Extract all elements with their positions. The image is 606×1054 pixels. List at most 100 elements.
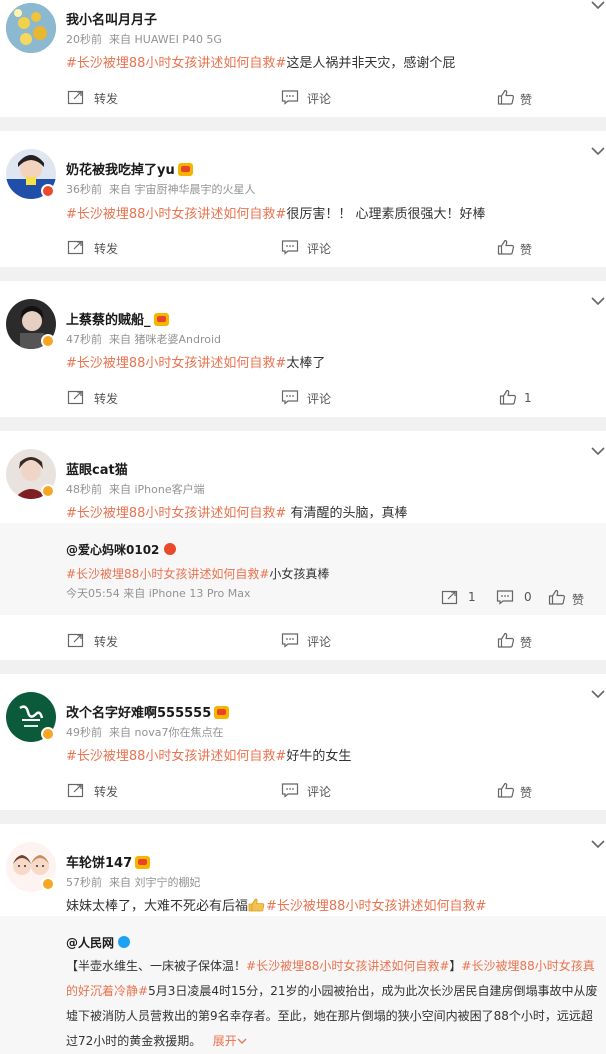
quoted-reply[interactable]: @爱心妈咪0102 #长沙被埋88小时女孩讲述如何自救#小女孩真棒 今天05:5… xyxy=(0,523,606,615)
like-icon[interactable] xyxy=(497,632,515,648)
vip-badge-icon xyxy=(214,706,230,719)
repost-icon[interactable] xyxy=(67,239,85,255)
timestamp: 49秒前 xyxy=(66,726,102,739)
user-name[interactable]: 蓝眼cat猫 xyxy=(66,459,128,478)
repost-icon[interactable] xyxy=(67,89,85,105)
comment-icon[interactable] xyxy=(281,239,299,255)
repost-button[interactable]: 转发 xyxy=(94,633,118,650)
divider xyxy=(0,810,606,824)
hashtag-link[interactable]: #长沙被埋88小时女孩讲述如何自救# xyxy=(66,207,286,222)
divider xyxy=(0,117,606,131)
verified-badge-icon xyxy=(118,936,131,948)
like-button[interactable]: 赞 xyxy=(520,634,532,651)
verified-badge-icon xyxy=(163,543,176,555)
like-icon[interactable] xyxy=(497,239,515,255)
comment-button[interactable]: 评论 xyxy=(307,390,331,407)
hashtag-link[interactable]: 的好沉着冷静# xyxy=(66,984,148,998)
quoted-reply[interactable]: @人民网 【半壶水维生、一床被子保体温！#长沙被埋88小时女孩讲述如何自救#】#… xyxy=(0,916,606,1054)
hashtag-link[interactable]: #长沙被埋88小时女孩讲述如何自救# xyxy=(66,567,269,581)
comment-button[interactable]: 评论 xyxy=(307,783,331,800)
repost-icon[interactable] xyxy=(67,389,85,405)
hashtag-link[interactable]: #长沙被埋88小时女孩讲述如何自救# xyxy=(66,356,286,371)
quoted-line: 【半壶水维生、一床被子保体温！#长沙被埋88小时女孩讲述如何自救#】#长沙被埋8… xyxy=(66,954,596,979)
like-icon[interactable] xyxy=(548,589,566,605)
avatar[interactable] xyxy=(6,3,56,53)
user-name[interactable]: 车轮饼147 xyxy=(66,852,151,871)
comment-card: 我小名叫月月子 20秒前 来自 HUAWEI P40 5G #长沙被埋88小时女… xyxy=(0,0,606,117)
comment-body: 这是人祸并非天灾，感谢个屁 xyxy=(286,56,456,71)
divider xyxy=(0,267,606,281)
like-button[interactable]: 赞 xyxy=(520,91,532,108)
hashtag-link[interactable]: #长沙被埋88小时女孩讲述如何自救# xyxy=(66,56,286,71)
repost-button[interactable]: 转发 xyxy=(94,90,118,107)
user-name-text: 上蔡蔡的贼船_ xyxy=(66,313,151,328)
comment-button[interactable]: 评论 xyxy=(307,90,331,107)
expand-link[interactable]: 展开 xyxy=(213,1034,237,1048)
repost-icon[interactable] xyxy=(441,589,459,605)
comment-text: #长沙被埋88小时女孩讲述如何自救#好牛的女生 xyxy=(66,745,351,764)
quoted-meta: 今天05:54 来自 iPhone 13 Pro Max xyxy=(66,587,251,600)
hashtag-link[interactable]: #长沙被埋88小时女孩讲述如何自救# xyxy=(66,749,286,764)
user-name[interactable]: 奶花被我吃掉了yu xyxy=(66,159,193,178)
chevron-down-icon[interactable] xyxy=(590,446,606,458)
chevron-down-icon[interactable] xyxy=(590,296,606,308)
comment-button[interactable]: 评论 xyxy=(307,240,331,257)
quoted-body: 过72小时的黄金救援期。 xyxy=(66,1034,202,1048)
comment-meta: 49秒前 来自 nova7你在焦点在 xyxy=(66,724,223,740)
repost-icon[interactable] xyxy=(67,782,85,798)
repost-button[interactable]: 转发 xyxy=(94,240,118,257)
repost-button[interactable]: 转发 xyxy=(94,390,118,407)
comment-icon[interactable] xyxy=(281,89,299,105)
like-icon[interactable] xyxy=(497,89,515,105)
hashtag-link[interactable]: #长沙被埋88小时女孩讲述如何自救# xyxy=(246,959,449,973)
chevron-down-icon[interactable] xyxy=(590,0,606,12)
like-button[interactable]: 赞 xyxy=(520,784,532,801)
comment-meta: 57秒前 来自 刘宇宁的棚妃 xyxy=(66,874,201,890)
divider xyxy=(0,417,606,431)
comment-card: 上蔡蔡的贼船_ 47秒前 来自 猪咪老婆Android #长沙被埋88小时女孩讲… xyxy=(0,281,606,417)
hashtag-link[interactable]: #长沙被埋88小时女孩讲述如何自救# xyxy=(266,899,486,914)
repost-icon[interactable] xyxy=(67,632,85,648)
chevron-down-icon[interactable] xyxy=(590,689,606,701)
comment-meta: 36秒前 来自 宇宙厨神华晨宇的火星人 xyxy=(66,181,256,197)
comment-text: #长沙被埋88小时女孩讲述如何自救# 有清醒的头脑，真棒 xyxy=(66,502,407,521)
chevron-down-icon[interactable] xyxy=(590,146,606,158)
comment-card: 蓝眼cat猫 48秒前 来自 iPhone客户端 #长沙被埋88小时女孩讲述如何… xyxy=(0,431,606,660)
source: 来自 iPhone客户端 xyxy=(109,483,205,496)
like-button[interactable]: 赞 xyxy=(572,591,584,608)
user-name[interactable]: 上蔡蔡的贼船_ xyxy=(66,309,169,328)
comment-icon[interactable] xyxy=(281,782,299,798)
chevron-down-icon[interactable] xyxy=(237,1029,247,1044)
thumbs-up-emoji-icon xyxy=(248,898,266,912)
comment-text: #长沙被埋88小时女孩讲述如何自救#这是人祸并非天灾，感谢个屁 xyxy=(66,52,455,71)
like-button[interactable]: 赞 xyxy=(520,241,532,258)
hashtag-link[interactable]: #长沙被埋88小时女孩真 xyxy=(461,959,594,973)
like-icon[interactable] xyxy=(497,782,515,798)
vip-badge-icon xyxy=(177,163,193,176)
comment-icon[interactable] xyxy=(281,389,299,405)
chevron-down-icon[interactable] xyxy=(590,839,606,851)
repost-button[interactable]: 转发 xyxy=(94,783,118,800)
hashtag-link[interactable]: #长沙被埋88小时女孩讲述如何自救# xyxy=(66,506,286,521)
verified-badge-icon xyxy=(41,727,55,741)
comment-text: 妹妹太棒了，大难不死必有后福 #长沙被埋88小时女孩讲述如何自救# xyxy=(66,895,486,914)
repost-count[interactable]: 1 xyxy=(468,590,476,604)
verified-badge-icon xyxy=(41,484,55,498)
verified-badge-icon xyxy=(41,877,55,891)
comment-icon[interactable] xyxy=(281,632,299,648)
quoted-body: 小女孩真棒 xyxy=(269,567,330,581)
quoted-line: 过72小时的黄金救援期。 展开 xyxy=(66,1029,596,1054)
source: 来自 猪咪老婆Android xyxy=(109,333,222,346)
quoted-user-name[interactable]: @爱心妈咪0102 xyxy=(66,541,176,558)
like-count[interactable]: 1 xyxy=(524,391,532,405)
comment-button[interactable]: 评论 xyxy=(307,633,331,650)
quoted-user-name[interactable]: @人民网 xyxy=(66,934,131,951)
like-icon[interactable] xyxy=(499,389,517,405)
comment-meta: 48秒前 来自 iPhone客户端 xyxy=(66,481,205,497)
comment-icon[interactable] xyxy=(496,589,514,605)
quoted-text: #长沙被埋88小时女孩讲述如何自救#小女孩真棒 xyxy=(66,565,329,582)
source: 来自 HUAWEI P40 5G xyxy=(109,33,222,46)
comment-count[interactable]: 0 xyxy=(524,590,532,604)
user-name[interactable]: 我小名叫月月子 xyxy=(66,9,157,28)
user-name[interactable]: 改个名字好难啊555555 xyxy=(66,702,230,721)
